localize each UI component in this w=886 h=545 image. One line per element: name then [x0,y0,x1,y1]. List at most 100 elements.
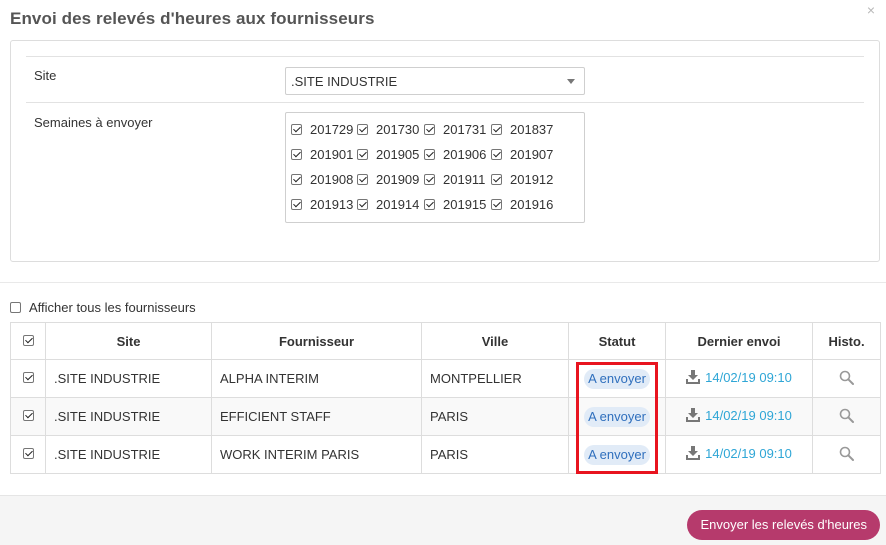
week-label: 201729 [310,121,354,137]
week-label: 201911 [443,171,486,187]
week-option[interactable]: 201908 [291,171,353,187]
cell-history [812,435,881,474]
week-option[interactable]: 201912 [491,171,553,187]
checkbox[interactable] [491,173,502,185]
week-option[interactable]: 201837 [491,121,553,137]
checkbox[interactable] [424,123,435,135]
modal-footer: Envoyer les relevés d'heures [0,495,886,545]
week-label: 201907 [510,146,554,162]
search-icon[interactable] [839,408,854,423]
week-option[interactable]: 201911 [424,171,485,187]
checkbox[interactable] [291,123,302,135]
week-label: 201730 [376,121,420,137]
week-option[interactable]: 201905 [357,146,419,162]
column-header-history[interactable]: Histo. [812,322,881,360]
column-header-supplier[interactable]: Fournisseur [211,322,422,360]
search-icon[interactable] [839,446,854,461]
cell-site: .SITE INDUSTRIE [45,397,212,436]
checkbox[interactable] [357,123,368,135]
week-option[interactable]: 201730 [357,121,419,137]
status-badge: A envoyer [584,444,650,465]
cell-city: PARIS [421,397,569,436]
week-option[interactable]: 201731 [424,121,486,137]
column-header-status[interactable]: Statut [568,322,666,360]
show-all-suppliers-toggle[interactable]: Afficher tous les fournisseurs [10,300,196,315]
close-icon[interactable]: × [864,3,878,17]
week-label: 201905 [376,146,420,162]
week-option[interactable]: 201906 [424,146,486,162]
weeks-label: Semaines à envoyer [34,115,153,130]
row-checkbox[interactable] [22,448,34,459]
last-send-link[interactable]: 14/02/19 09:10 [686,408,792,423]
last-send-date: 14/02/19 09:10 [705,407,792,423]
week-option[interactable]: 201915 [424,196,486,212]
cell-supplier: ALPHA INTERIM [211,359,422,398]
week-option[interactable]: 201901 [291,146,353,162]
divider [26,56,864,57]
cell-last-send: 14/02/19 09:10 [665,435,813,474]
column-header-site[interactable]: Site [45,322,212,360]
table-header-row: Site Fournisseur Ville Statut Dernier en… [10,322,881,360]
divider [0,282,886,283]
cell-status: A envoyer [568,397,666,436]
week-label: 201916 [510,196,554,212]
checkbox[interactable] [291,173,302,185]
checkbox[interactable] [491,123,502,135]
cell-city: MONTPELLIER [421,359,569,398]
row-select-cell[interactable] [10,359,46,398]
week-option[interactable]: 201907 [491,146,553,162]
weeks-list: 201729 201730 201731 201837 201901 20190… [285,112,585,223]
select-all-checkbox[interactable] [22,334,34,346]
search-icon[interactable] [839,370,854,385]
cell-site: .SITE INDUSTRIE [45,435,212,474]
cell-last-send: 14/02/19 09:10 [665,359,813,398]
site-label: Site [34,68,57,83]
site-select[interactable]: .SITE INDUSTRIE [285,67,585,95]
select-all-cell[interactable] [10,322,46,360]
modal-title: Envoi des relevés d'heures aux fournisse… [10,9,375,28]
column-header-last-send[interactable]: Dernier envoi [665,322,813,360]
week-label: 201731 [443,121,487,137]
week-option[interactable]: 201729 [291,121,353,137]
status-badge: A envoyer [584,368,650,389]
row-checkbox[interactable] [22,410,34,421]
row-select-cell[interactable] [10,397,46,436]
send-timesheets-button[interactable]: Envoyer les relevés d'heures [687,510,880,540]
checkbox[interactable] [357,148,368,160]
table-row: .SITE INDUSTRIE ALPHA INTERIM MONTPELLIE… [10,359,881,398]
week-label: 201915 [443,196,487,212]
checkbox[interactable] [357,198,368,210]
checkbox[interactable] [357,173,368,185]
divider [26,102,864,103]
column-header-city[interactable]: Ville [421,322,569,360]
week-label: 201901 [310,146,354,162]
checkbox[interactable] [291,198,302,210]
row-select-cell[interactable] [10,435,46,474]
week-label: 201912 [510,171,554,187]
week-label: 201913 [310,196,354,212]
checkbox[interactable] [424,173,435,185]
last-send-link[interactable]: 14/02/19 09:10 [686,370,792,385]
week-label: 201914 [376,196,420,212]
checkbox[interactable] [291,148,302,160]
checkbox[interactable] [491,198,502,210]
week-option[interactable]: 201916 [491,196,553,212]
checkbox[interactable] [10,302,21,313]
last-send-date: 14/02/19 09:10 [705,445,792,461]
cell-status: A envoyer [568,359,666,398]
cell-supplier: WORK INTERIM PARIS [211,435,422,474]
cell-status: A envoyer [568,435,666,474]
download-icon [686,446,701,461]
form-panel: Site .SITE INDUSTRIE Semaines à envoyer … [10,40,880,262]
checkbox[interactable] [491,148,502,160]
cell-site: .SITE INDUSTRIE [45,359,212,398]
checkbox[interactable] [424,198,435,210]
last-send-link[interactable]: 14/02/19 09:10 [686,446,792,461]
week-option[interactable]: 201913 [291,196,353,212]
chevron-down-icon [567,79,575,84]
cell-history [812,359,881,398]
checkbox[interactable] [424,148,435,160]
week-option[interactable]: 201914 [357,196,419,212]
week-option[interactable]: 201909 [357,171,419,187]
row-checkbox[interactable] [22,372,34,383]
